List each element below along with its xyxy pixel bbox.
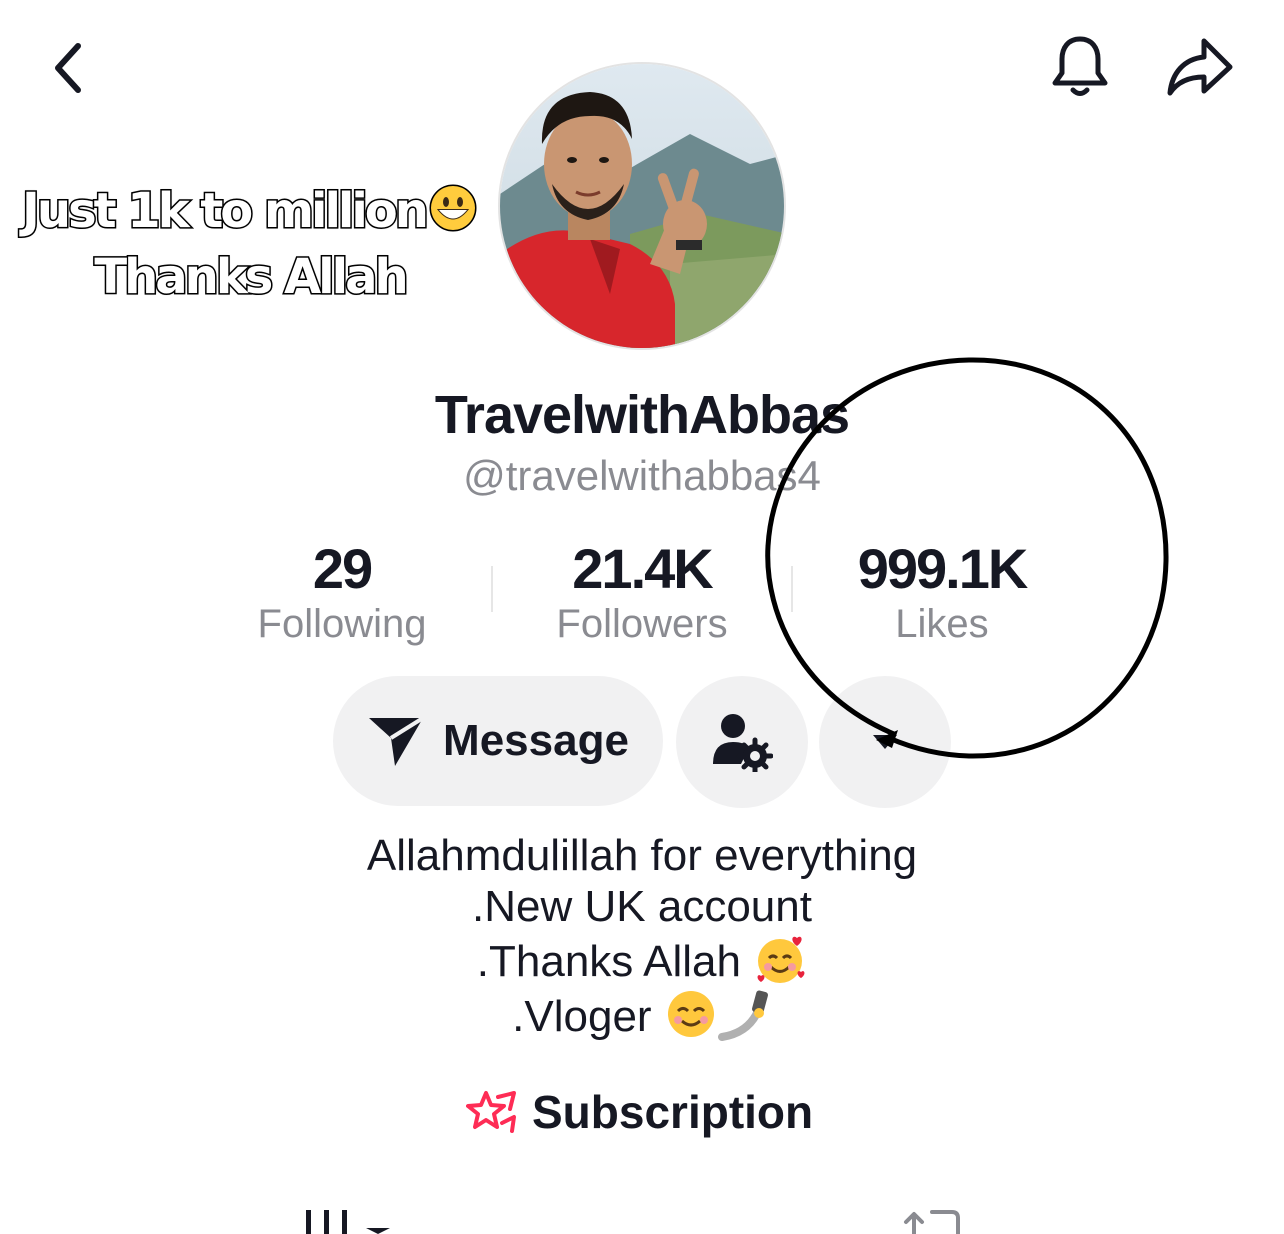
- caret-down-icon: [873, 735, 897, 749]
- suggested-accounts-button[interactable]: [819, 676, 951, 808]
- selfie-stick-emoji-icon: [717, 990, 768, 1041]
- back-button[interactable]: [40, 36, 96, 100]
- bio-line-4-row: .Vloger: [0, 987, 1284, 1042]
- likes-label: Likes: [895, 602, 989, 646]
- chevron-left-icon: [55, 43, 81, 93]
- bio-line-3-row: .Thanks Allah: [0, 932, 1284, 987]
- share-button[interactable]: [1160, 32, 1240, 102]
- caption-line-1: Just 1k to million: [21, 182, 431, 241]
- share-arrow-icon: [1167, 38, 1233, 96]
- stat-following[interactable]: 29 Following: [192, 538, 492, 648]
- message-label: Message: [443, 716, 629, 765]
- bio-line-3: .Thanks Allah: [476, 937, 741, 986]
- profile-photo: [500, 64, 784, 348]
- overlay-caption: Just 1k to million Thanks Allah: [0, 178, 500, 310]
- following-label: Following: [257, 602, 427, 646]
- subscription-button[interactable]: Subscription: [466, 1080, 813, 1144]
- bell-icon: [1052, 36, 1108, 96]
- follow-settings-button[interactable]: [676, 676, 808, 808]
- followers-label: Followers: [556, 602, 728, 646]
- subscription-label: Subscription: [532, 1086, 814, 1138]
- username-handle: @travelwithabbas4: [463, 452, 821, 499]
- bio-line-2: .New UK account: [472, 882, 812, 931]
- smiling-face-emoji-icon: [667, 991, 714, 1037]
- tab-videos[interactable]: [300, 1206, 400, 1234]
- caption-line-2: Thanks Allah: [93, 248, 410, 307]
- bio-line-1: Allahmdulillah for everything: [366, 831, 918, 880]
- repost-icon: [904, 1210, 960, 1234]
- stat-followers[interactable]: 21.4K Followers: [492, 538, 792, 648]
- likes-count: 999.1K: [857, 537, 1029, 600]
- user-gear-icon: [713, 714, 773, 772]
- send-icon: [369, 716, 425, 766]
- grinning-face-emoji-icon: [429, 184, 477, 232]
- star-icon: [466, 1091, 516, 1133]
- message-button[interactable]: Message: [333, 676, 663, 806]
- followers-count: 21.4K: [572, 537, 713, 600]
- notifications-button[interactable]: [1044, 30, 1116, 104]
- smiling-face-with-hearts-emoji-icon: [757, 936, 805, 983]
- bio: Allahmdulillah for everything .New UK ac…: [0, 830, 1284, 1042]
- stat-likes[interactable]: 999.1K Likes: [792, 538, 1092, 648]
- following-count: 29: [312, 537, 373, 600]
- grid-icon: [306, 1210, 390, 1234]
- tab-reposts[interactable]: [900, 1204, 970, 1234]
- bio-line-4: .Vloger: [512, 992, 652, 1041]
- display-name: TravelwithAbbas: [434, 385, 850, 445]
- avatar[interactable]: [498, 62, 786, 350]
